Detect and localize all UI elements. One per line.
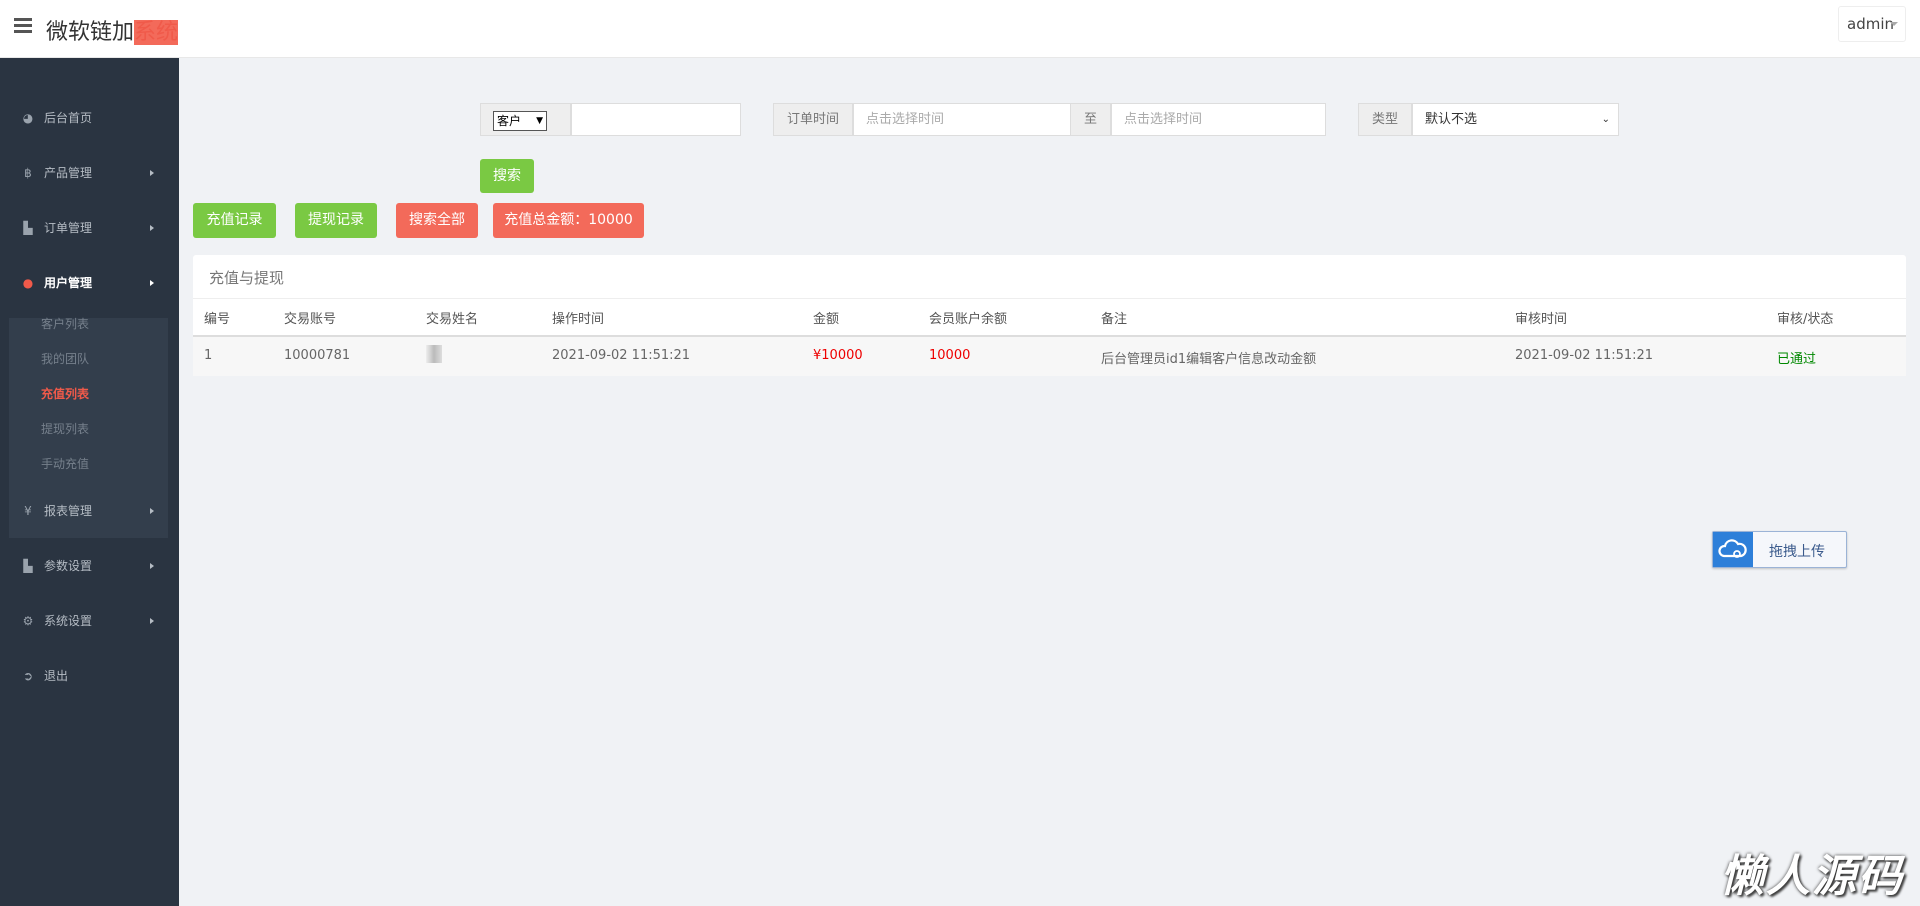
brand-title: 微软链加系统 [46, 14, 179, 46]
type-select-value: 默认不选 [1425, 112, 1478, 127]
chevron-down-icon: ⌄ [1601, 114, 1610, 125]
hamburger-menu-icon[interactable] [14, 18, 32, 34]
column-header: 操作时间 [552, 312, 605, 327]
column-header: 交易账号 [284, 312, 337, 327]
chevron-right-icon [150, 280, 157, 286]
sidebar-label: 报表管理 [44, 504, 93, 518]
field-select[interactable]: 客户 ▼ [493, 111, 547, 131]
column-header: 审核/状态 [1777, 312, 1834, 327]
panel-title: 充值与提现 [209, 269, 285, 287]
gears-icon: ⚙ [22, 614, 34, 628]
column-header: 审核时间 [1515, 312, 1568, 327]
sidebar-item-dashboard[interactable]: ◕ 后台首页 [0, 100, 179, 136]
sidebar-item-users[interactable]: ● 用户管理 [0, 265, 179, 301]
files-icon: ▙ [23, 221, 33, 235]
brand-main: 微软链加 [46, 20, 135, 45]
chevron-down-icon: ▼ [536, 116, 543, 126]
watermark: 懒人源码 [1720, 851, 1904, 902]
field-select-value: 客户 [497, 114, 522, 128]
sidebar-label: 后台首页 [44, 111, 93, 125]
user-icon: ● [22, 276, 34, 290]
upload-label: 拖拽上传 [1769, 544, 1825, 560]
files-icon: ▙ [23, 559, 33, 573]
sidebar-label: 产品管理 [44, 166, 93, 180]
cell-name-blurred [426, 345, 442, 363]
sidebar-label: 用户管理 [44, 276, 93, 290]
cell-account: 10000781 [284, 348, 351, 363]
submenu-manual-recharge[interactable]: 手动充值 [41, 455, 89, 472]
submenu-customer-list[interactable]: 客户列表 [41, 315, 89, 332]
sidebar-label: 订单管理 [44, 221, 93, 235]
yen-icon: ¥ [24, 504, 32, 518]
submenu-withdraw-list[interactable]: 提现列表 [41, 420, 89, 437]
recharge-records-button[interactable]: 充值记录 [193, 203, 276, 238]
bitcoin-icon: ฿ [24, 166, 32, 180]
sidebar-item-products[interactable]: ฿ 产品管理 [0, 155, 179, 191]
search-all-button[interactable]: 搜索全部 [396, 203, 478, 238]
cloud-upload-icon [1713, 532, 1753, 567]
brand-accent: 系统 [134, 20, 179, 45]
sidebar-label: 参数设置 [44, 559, 93, 573]
dashboard-icon: ◕ [22, 111, 34, 125]
sidebar-item-params[interactable]: ▙ 参数设置 [0, 548, 179, 584]
cell-status: 已通过 [1777, 352, 1817, 367]
drag-upload-button[interactable]: 拖拽上传 [1712, 531, 1847, 568]
sidebar-item-logout[interactable]: ➲ 退出 [0, 658, 179, 694]
submenu-recharge-list[interactable]: 充值列表 [41, 385, 89, 402]
field-select-group: 客户 ▼ [480, 103, 571, 136]
chevron-right-icon [150, 225, 157, 231]
cell-id: 1 [204, 348, 213, 363]
sidebar-label: 退出 [44, 669, 69, 683]
total-amount-badge: 充值总金额：10000 [493, 203, 644, 238]
cell-remark: 后台管理员id1编辑客户信息改动金额 [1101, 352, 1317, 367]
sign-out-icon: ➲ [22, 669, 34, 683]
chevron-right-icon [150, 508, 157, 514]
submenu-my-team[interactable]: 我的团队 [41, 350, 89, 367]
sidebar-item-reports[interactable]: ¥ 报表管理 [0, 493, 179, 529]
column-header: 金额 [813, 312, 840, 327]
withdraw-records-button[interactable]: 提现记录 [295, 203, 377, 238]
type-select[interactable]: 默认不选 ⌄ [1412, 103, 1619, 136]
sidebar-item-orders[interactable]: ▙ 订单管理 [0, 210, 179, 246]
cell-amount: ¥10000 [813, 348, 863, 363]
top-header: 微软链加系统 admin [0, 0, 1920, 58]
admin-label: admin [1847, 15, 1894, 33]
to-label: 至 [1070, 103, 1111, 136]
records-panel: 充值与提现 编号 交易账号 交易姓名 操作时间 金额 会员账户余额 备注 审核时… [193, 255, 1906, 376]
sidebar-label: 系统设置 [44, 614, 93, 628]
column-header: 备注 [1101, 312, 1128, 327]
field-value-input[interactable] [571, 103, 741, 136]
cell-balance: 10000 [929, 348, 971, 363]
column-header: 编号 [204, 312, 231, 327]
admin-dropdown[interactable]: admin [1838, 6, 1906, 42]
cell-audit-time: 2021-09-02 11:51:21 [1515, 348, 1654, 363]
cell-op-time: 2021-09-02 11:51:21 [552, 348, 691, 363]
start-time-input[interactable]: 点击选择时间 [853, 103, 1071, 136]
chevron-right-icon [150, 618, 157, 624]
search-button[interactable]: 搜索 [480, 159, 534, 193]
order-time-label: 订单时间 [773, 103, 853, 136]
divider [193, 298, 1906, 299]
chevron-right-icon [150, 170, 157, 176]
chevron-right-icon [150, 563, 157, 569]
column-header: 交易姓名 [426, 312, 479, 327]
end-time-input[interactable]: 点击选择时间 [1111, 103, 1326, 136]
column-header: 会员账户余额 [929, 312, 1008, 327]
sidebar: ◕ 后台首页 ฿ 产品管理 ▙ 订单管理 ● 用户管理 客户列表 我的团队 充值列表 提… [0, 58, 179, 906]
sidebar-item-system[interactable]: ⚙ 系统设置 [0, 603, 179, 639]
caret-down-icon [1890, 22, 1898, 30]
type-label: 类型 [1358, 103, 1412, 136]
